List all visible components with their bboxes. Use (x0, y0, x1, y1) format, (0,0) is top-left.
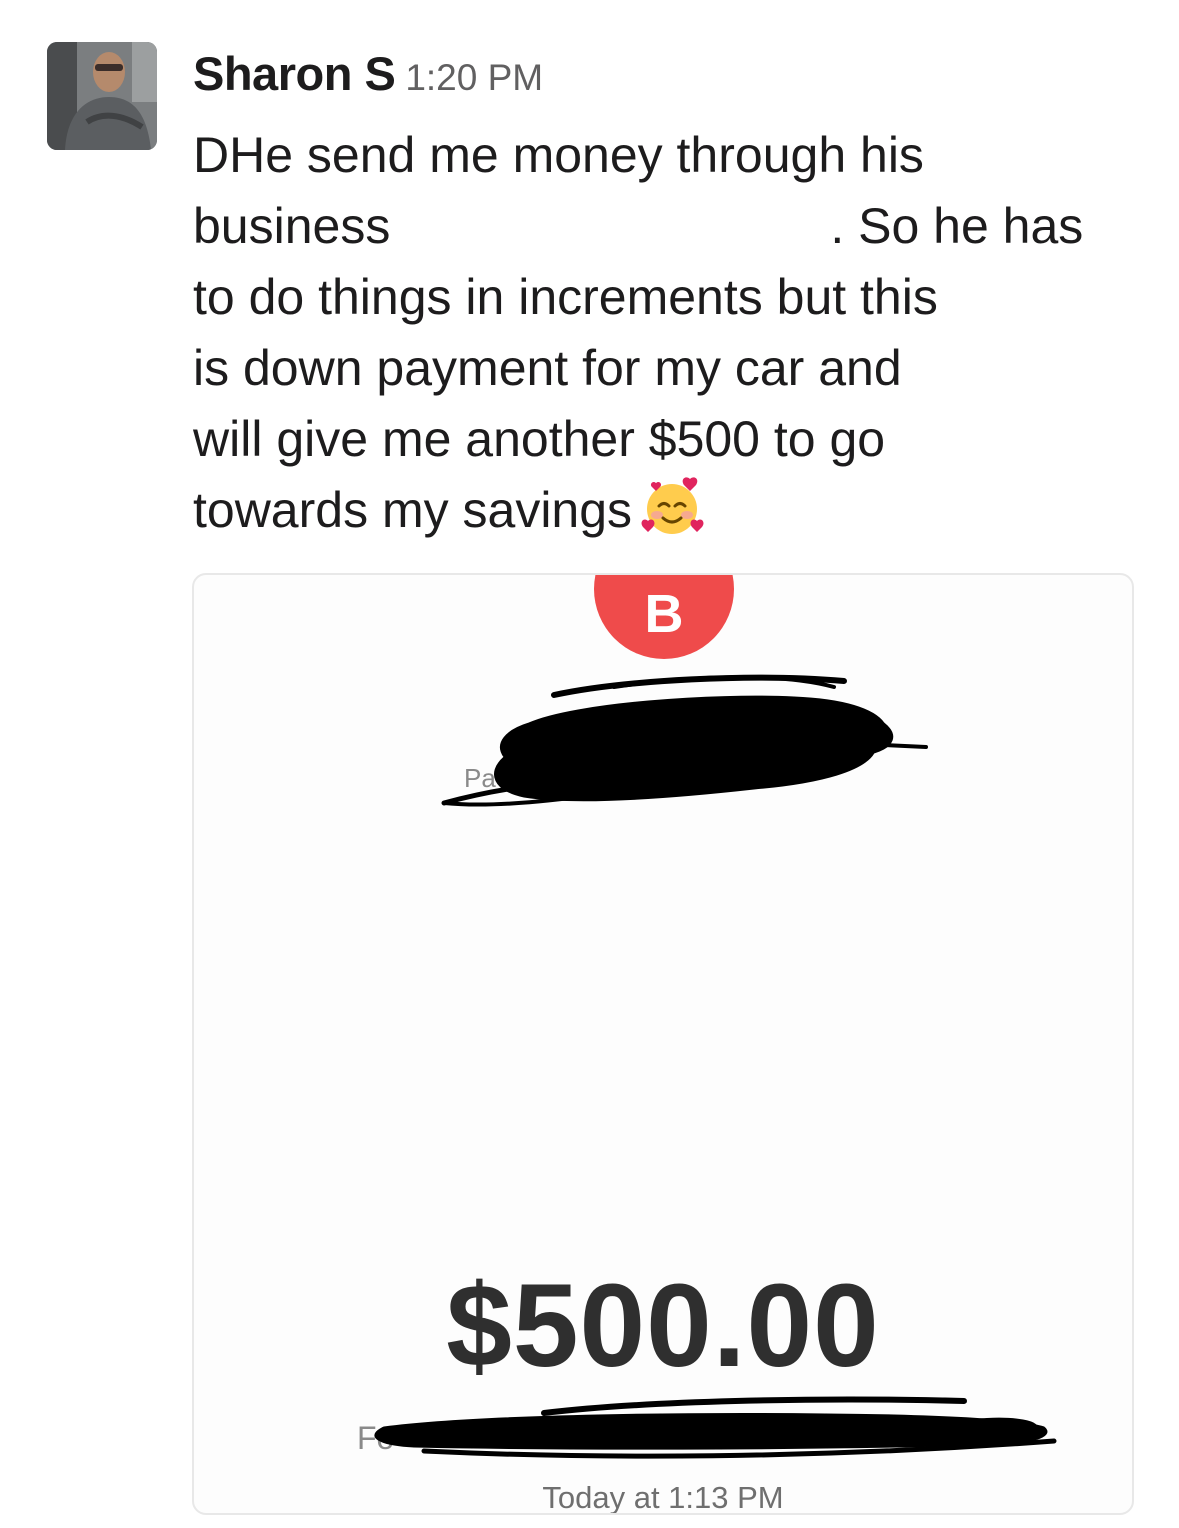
badge-letter: B (644, 584, 684, 644)
smiling-face-with-hearts-icon (641, 477, 704, 534)
payment-label: Pay (464, 763, 509, 793)
message-line: DHe send me money through his (193, 127, 924, 183)
payment-date: Today at 1:13 PM (542, 1480, 784, 1515)
payment-screenshot[interactable]: B Pay $500.00 Fo Today at 1:13 PM (192, 573, 1134, 1515)
redacted-text (390, 210, 830, 250)
message-line: towards my savings (193, 475, 1153, 546)
payee-redaction-scribble (441, 674, 928, 807)
chat-message: Sharon S 1:20 PM DHe send me money throug… (0, 0, 1179, 1528)
message-line: is down payment for my car and (193, 340, 902, 396)
avatar-photo (47, 42, 157, 150)
payment-amount: $500.00 (446, 1260, 880, 1392)
note-redaction-scribble (374, 1396, 1057, 1459)
payment-note-label: Fo (357, 1420, 395, 1456)
message-header: Sharon S 1:20 PM (193, 46, 543, 101)
message-text: towards my savings (193, 482, 633, 538)
message-line: business . So he has (193, 191, 1153, 262)
message-timestamp[interactable]: 1:20 PM (405, 57, 543, 98)
payee-avatar-badge: B (594, 575, 734, 659)
avatar[interactable] (47, 42, 157, 150)
message-line: to do things in increments but this (193, 269, 938, 325)
sender-name[interactable]: Sharon S (193, 47, 396, 100)
message-line: will give me another $500 to go (193, 411, 886, 467)
message-text: business (193, 198, 391, 254)
message-text: . So he has (830, 198, 1084, 254)
message-body: DHe send me money through his business . … (193, 120, 1153, 546)
